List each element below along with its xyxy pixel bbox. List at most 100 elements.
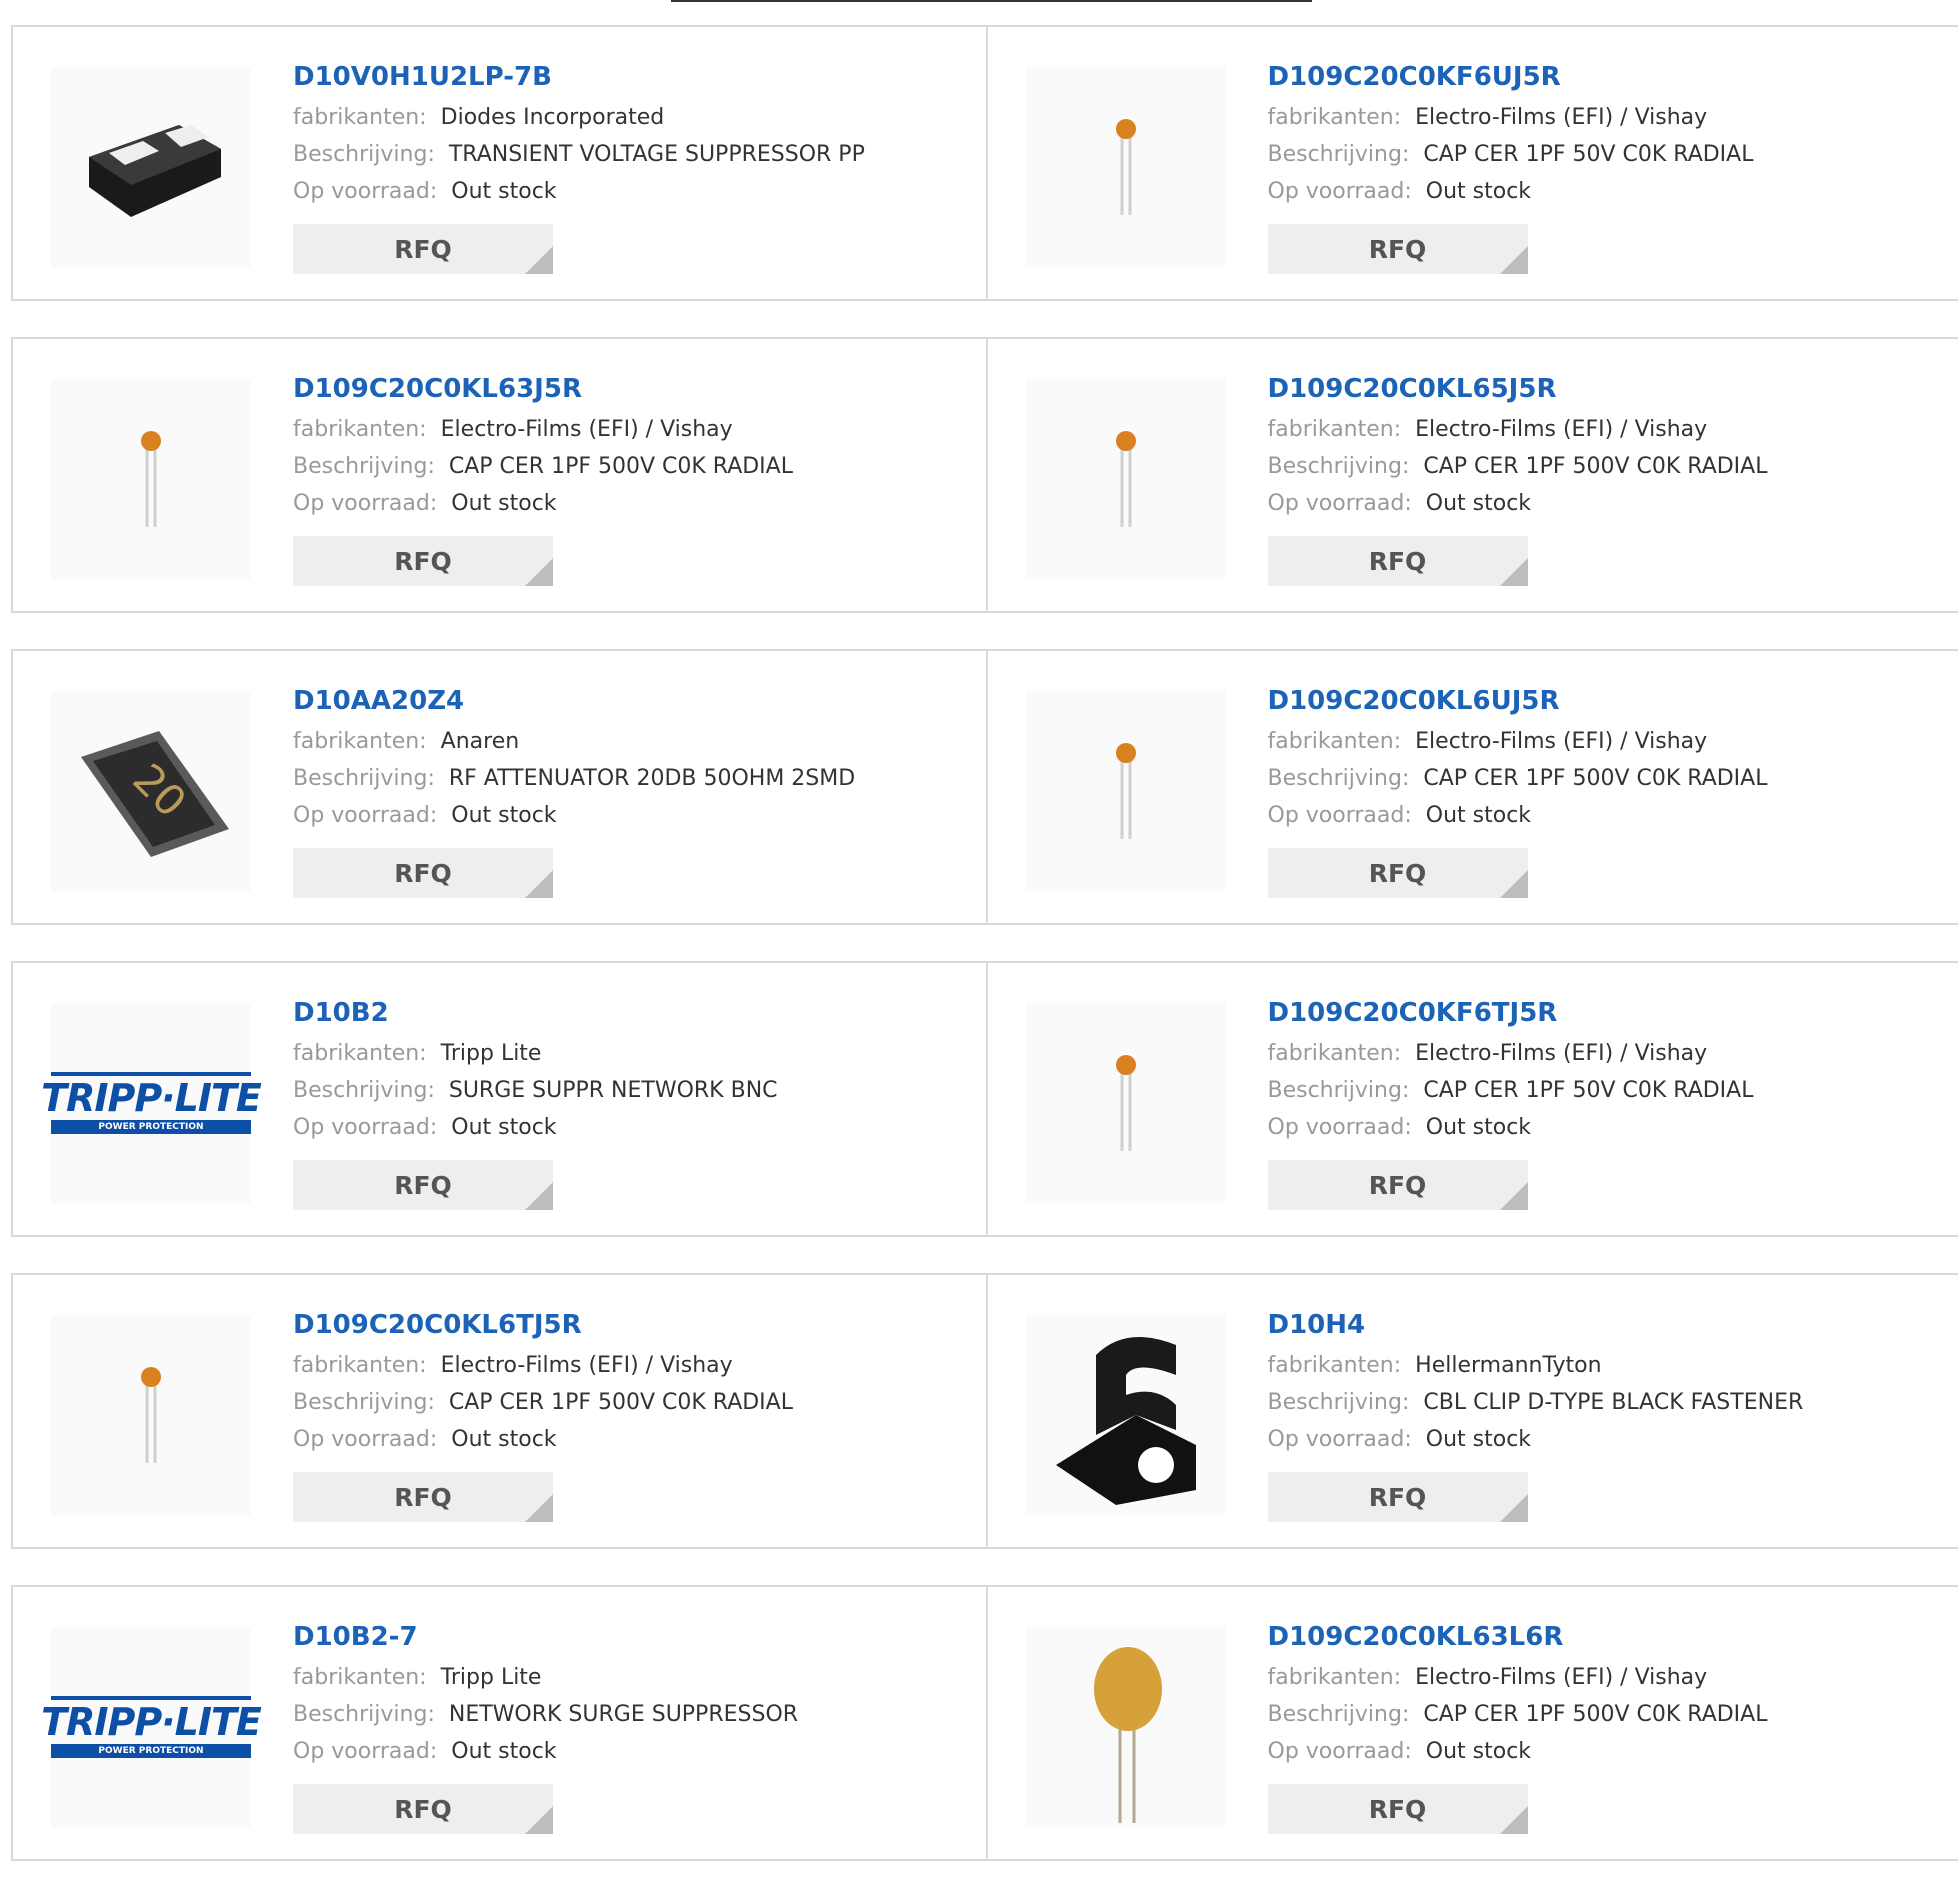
manufacturer-label: fabrikanten: [293,105,427,130]
part-number-link[interactable]: D109C20C0KF6UJ5R [1268,55,1958,99]
product-info: D109C20C0KL6UJ5R fabrikanten: Electro-Film… [1268,679,1958,898]
part-number-link[interactable]: D10V0H1U2LP-7B [293,55,986,99]
part-number-link[interactable]: D109C20C0KL6TJ5R [293,1303,986,1347]
part-number-link[interactable]: D109C20C0KL6UJ5R [1268,679,1958,723]
manufacturer-label: fabrikanten: [1268,729,1402,754]
part-number-link[interactable]: D109C20C0KL63L6R [1268,1615,1958,1659]
product-image[interactable] [51,379,251,579]
corner-triangle-icon [525,1494,553,1522]
cable-clip-image [1026,1315,1226,1515]
product-info: D109C20C0KF6UJ5Rfabrikanten:Electro-Film… [1268,55,1958,274]
stock-line: Op voorraad:Out stock [1268,797,1958,834]
rfq-button[interactable]: RFQ [293,1784,553,1834]
part-number-link[interactable]: D109C20C0KL65J5R [1268,367,1958,411]
rfq-label: RFQ [394,859,452,888]
manufacturer-label: fabrikanten: [293,1665,427,1690]
corner-triangle-icon [525,870,553,898]
stock-line: Op voorraad:Out stock [293,1109,986,1146]
logo-tagline: POWER PROTECTION [51,1120,251,1134]
manufacturer-value: Tripp Lite [441,1041,542,1066]
rfq-button[interactable]: RFQ [1268,1472,1528,1522]
rfq-button[interactable]: RFQ [1268,848,1528,898]
capacitor-image [1026,1003,1226,1203]
rfq-label: RFQ [1369,1483,1427,1512]
corner-triangle-icon [525,1806,553,1834]
manufacturer-label: fabrikanten: [293,1041,427,1066]
product-image[interactable] [1026,1003,1226,1203]
rfq-button[interactable]: RFQ [1268,1160,1528,1210]
part-number-link[interactable]: D109C20C0KF6TJ5R [1268,991,1958,1035]
stock-value: Out stock [1426,1739,1531,1764]
description-value: CAP CER 1PF 500V C0K RADIAL [449,454,793,479]
corner-triangle-icon [525,558,553,586]
product-row: D10V0H1U2LP-7Bfabrikanten:Diodes Incorpo… [11,25,1958,301]
part-number-link[interactable]: D10H4 [1268,1303,1958,1347]
part-number-link[interactable]: D10B2 [293,991,986,1035]
stock-line: Op voorraad:Out stock [293,797,986,834]
rfq-button[interactable]: RFQ [293,224,553,274]
product-image[interactable] [1026,67,1226,267]
diode-package-image [51,67,251,267]
rfq-button[interactable]: RFQ [293,536,553,586]
stock-label: Op voorraad: [293,179,437,204]
rfq-button[interactable]: RFQ [1268,224,1528,274]
product-image[interactable]: TRIPP·LITEPOWER PROTECTION [51,1003,251,1203]
product-image[interactable] [51,67,251,267]
description-label: Beschrijving: [293,142,435,167]
stock-label: Op voorraad: [1268,1427,1412,1452]
part-number-link[interactable]: D10B2-7 [293,1615,986,1659]
manufacturer-value: Electro-Films (EFI) / Vishay [1415,105,1707,130]
manufacturer-label: fabrikanten: [1268,1665,1402,1690]
stock-label: Op voorraad: [1268,491,1412,516]
product-image[interactable] [1026,1315,1226,1515]
product-image[interactable] [1026,379,1226,579]
product-image[interactable]: TRIPP·LITEPOWER PROTECTION [51,1627,251,1827]
stock-value: Out stock [1426,803,1531,828]
rfq-button[interactable]: RFQ [1268,536,1528,586]
part-number-link[interactable]: D109C20C0KL63J5R [293,367,986,411]
manufacturer-line: fabrikanten: Tripp Lite [293,1035,986,1072]
stock-line: Op voorraad:Out stock [293,173,986,210]
product-image[interactable] [1026,1627,1226,1827]
rfq-button[interactable]: RFQ [293,1160,553,1210]
product-card: TRIPP·LITEPOWER PROTECTIOND10B2fabrikant… [13,963,986,1235]
product-grid: D10V0H1U2LP-7Bfabrikanten:Diodes Incorpo… [11,25,1958,1897]
stock-line: Op voorraad:Out stock [1268,485,1958,522]
rfq-button[interactable]: RFQ [1268,1784,1528,1834]
product-info: D10V0H1U2LP-7Bfabrikanten:Diodes Incorpo… [293,55,986,274]
manufacturer-line: fabrikanten:Electro-Films (EFI) / Vishay [1268,1659,1958,1696]
manufacturer-line: fabrikanten: Electro-Films (EFI) / Vishay [1268,723,1958,760]
description-line: Beschrijving:NETWORK SURGE SUPPRESSOR [293,1696,986,1733]
manufacturer-label: fabrikanten: [293,1353,427,1378]
corner-triangle-icon [1500,870,1528,898]
product-row: TRIPP·LITEPOWER PROTECTIOND10B2-7fabrika… [11,1585,1958,1861]
manufacturer-value: Electro-Films (EFI) / Vishay [441,1353,733,1378]
manufacturer-line: fabrikanten: Electro-Films (EFI) / Vishay [293,1347,986,1384]
stock-line: Op voorraad:Out stock [1268,1421,1958,1458]
product-image[interactable] [1026,691,1226,891]
manufacturer-value: Electro-Films (EFI) / Vishay [1415,729,1707,754]
corner-triangle-icon [1500,1806,1528,1834]
part-number-link[interactable]: D10AA20Z4 [293,679,986,723]
product-image[interactable]: 20 [51,691,251,891]
rfq-button[interactable]: RFQ [293,1472,553,1522]
product-image[interactable] [51,1315,251,1515]
description-value: NETWORK SURGE SUPPRESSOR [449,1702,798,1727]
description-line: Beschrijving:RF ATTENUATOR 20DB 50OHM 2S… [293,760,986,797]
rfq-label: RFQ [1369,235,1427,264]
product-card: TRIPP·LITEPOWER PROTECTIOND10B2-7fabrika… [13,1587,986,1859]
description-value: CAP CER 1PF 500V C0K RADIAL [1423,766,1767,791]
attenuator-image: 20 [51,691,251,891]
rfq-label: RFQ [1369,1171,1427,1200]
rfq-button[interactable]: RFQ [293,848,553,898]
description-line: Beschrijving:CAP CER 1PF 500V C0K RADIAL [1268,1696,1958,1733]
product-info: D109C20C0KF6TJ5Rfabrikanten:Electro-Film… [1268,991,1958,1210]
description-value: CAP CER 1PF 500V C0K RADIAL [449,1390,793,1415]
description-value: RF ATTENUATOR 20DB 50OHM 2SMD [449,766,855,791]
manufacturer-line: fabrikanten:Tripp Lite [293,1659,986,1696]
product-card: D109C20C0KL6TJ5R fabrikanten: Electro-Film… [13,1275,986,1547]
stock-line: Op voorraad:Out stock [1268,173,1958,210]
description-value: CAP CER 1PF 500V C0K RADIAL [1423,1702,1767,1727]
corner-triangle-icon [1500,558,1528,586]
product-card: D109C20C0KF6TJ5Rfabrikanten:Electro-Film… [986,963,1958,1235]
